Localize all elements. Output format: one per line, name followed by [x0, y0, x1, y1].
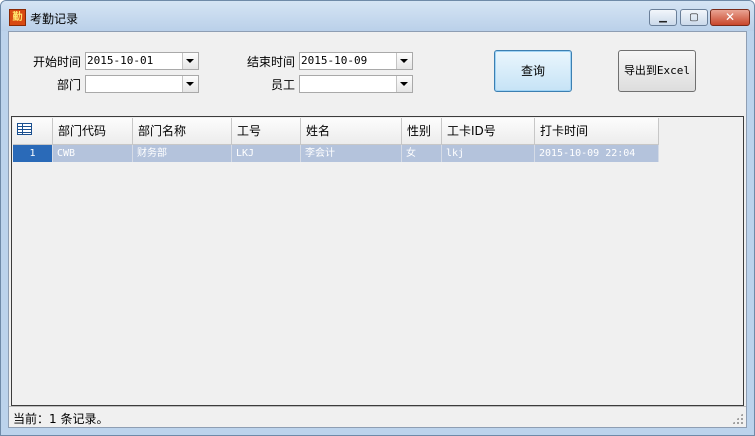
records-grid[interactable]: 部门代码 部门名称 工号 姓名 性别 工卡ID号 打卡时间 1 CWB 财务部 …: [11, 116, 744, 406]
column-header[interactable]: 工卡ID号: [442, 118, 535, 145]
column-header[interactable]: 工号: [232, 118, 301, 145]
grid-corner[interactable]: [13, 118, 53, 145]
column-header[interactable]: 姓名: [301, 118, 402, 145]
close-button[interactable]: ✕: [710, 9, 750, 26]
employee-combo[interactable]: [299, 75, 413, 93]
table-icon: [17, 123, 32, 135]
dropdown-arrow-icon[interactable]: [182, 76, 198, 92]
cell-dept-name[interactable]: 财务部: [133, 145, 232, 162]
cell-card-id[interactable]: lkj: [442, 145, 535, 162]
table-row[interactable]: 1 CWB 财务部 LKJ 李会计 女 lkj 2015-10-09 22:04: [13, 145, 659, 162]
dept-label: 部门: [57, 78, 82, 92]
status-text: 当前：1 条记录。: [13, 412, 109, 426]
close-icon: ✕: [724, 10, 736, 24]
client-area: 开始时间 2015-10-01 部门 结束时间 2015-10-09 员工 查询…: [8, 31, 747, 428]
maximize-icon: ▢: [689, 12, 699, 23]
end-date-label: 结束时间: [247, 55, 296, 69]
window-title: 考勤记录: [30, 12, 79, 26]
grid-header: 部门代码 部门名称 工号 姓名 性别 工卡ID号 打卡时间: [13, 118, 659, 145]
column-header[interactable]: 部门名称: [133, 118, 232, 145]
start-date-label: 开始时间: [33, 55, 82, 69]
maximize-button[interactable]: ▢: [680, 9, 708, 26]
export-excel-button[interactable]: 导出到Excel: [618, 50, 696, 92]
row-index[interactable]: 1: [13, 145, 53, 162]
cell-punch-time[interactable]: 2015-10-09 22:04: [535, 145, 659, 162]
main-window: 勤 考勤记录 ▁ ▢ ✕ 开始时间 2015-10-01 部门 结束时间 201…: [0, 0, 755, 436]
dept-combo[interactable]: [85, 75, 199, 93]
title-bar[interactable]: 勤 考勤记录 ▁ ▢ ✕: [1, 1, 754, 31]
start-date-value: 2015-10-01: [87, 54, 154, 67]
employee-label: 员工: [271, 78, 296, 92]
resize-grip-icon[interactable]: [732, 413, 743, 424]
cell-gender[interactable]: 女: [402, 145, 442, 162]
dropdown-arrow-icon[interactable]: [182, 53, 198, 69]
app-icon: 勤: [9, 9, 26, 26]
cell-employee-id[interactable]: LKJ: [232, 145, 301, 162]
minimize-button[interactable]: ▁: [649, 9, 677, 26]
column-header[interactable]: 部门代码: [53, 118, 133, 145]
column-header[interactable]: 性别: [402, 118, 442, 145]
dropdown-arrow-icon[interactable]: [396, 76, 412, 92]
start-date-combo[interactable]: 2015-10-01: [85, 52, 199, 70]
end-date-value: 2015-10-09: [301, 54, 368, 67]
minimize-icon: ▁: [659, 12, 667, 23]
cell-dept-code[interactable]: CWB: [53, 145, 133, 162]
cell-name[interactable]: 李会计: [301, 145, 402, 162]
query-button[interactable]: 查询: [494, 50, 572, 92]
column-header[interactable]: 打卡时间: [535, 118, 659, 145]
end-date-combo[interactable]: 2015-10-09: [299, 52, 413, 70]
dropdown-arrow-icon[interactable]: [396, 53, 412, 69]
status-bar: 当前：1 条记录。: [9, 406, 746, 427]
